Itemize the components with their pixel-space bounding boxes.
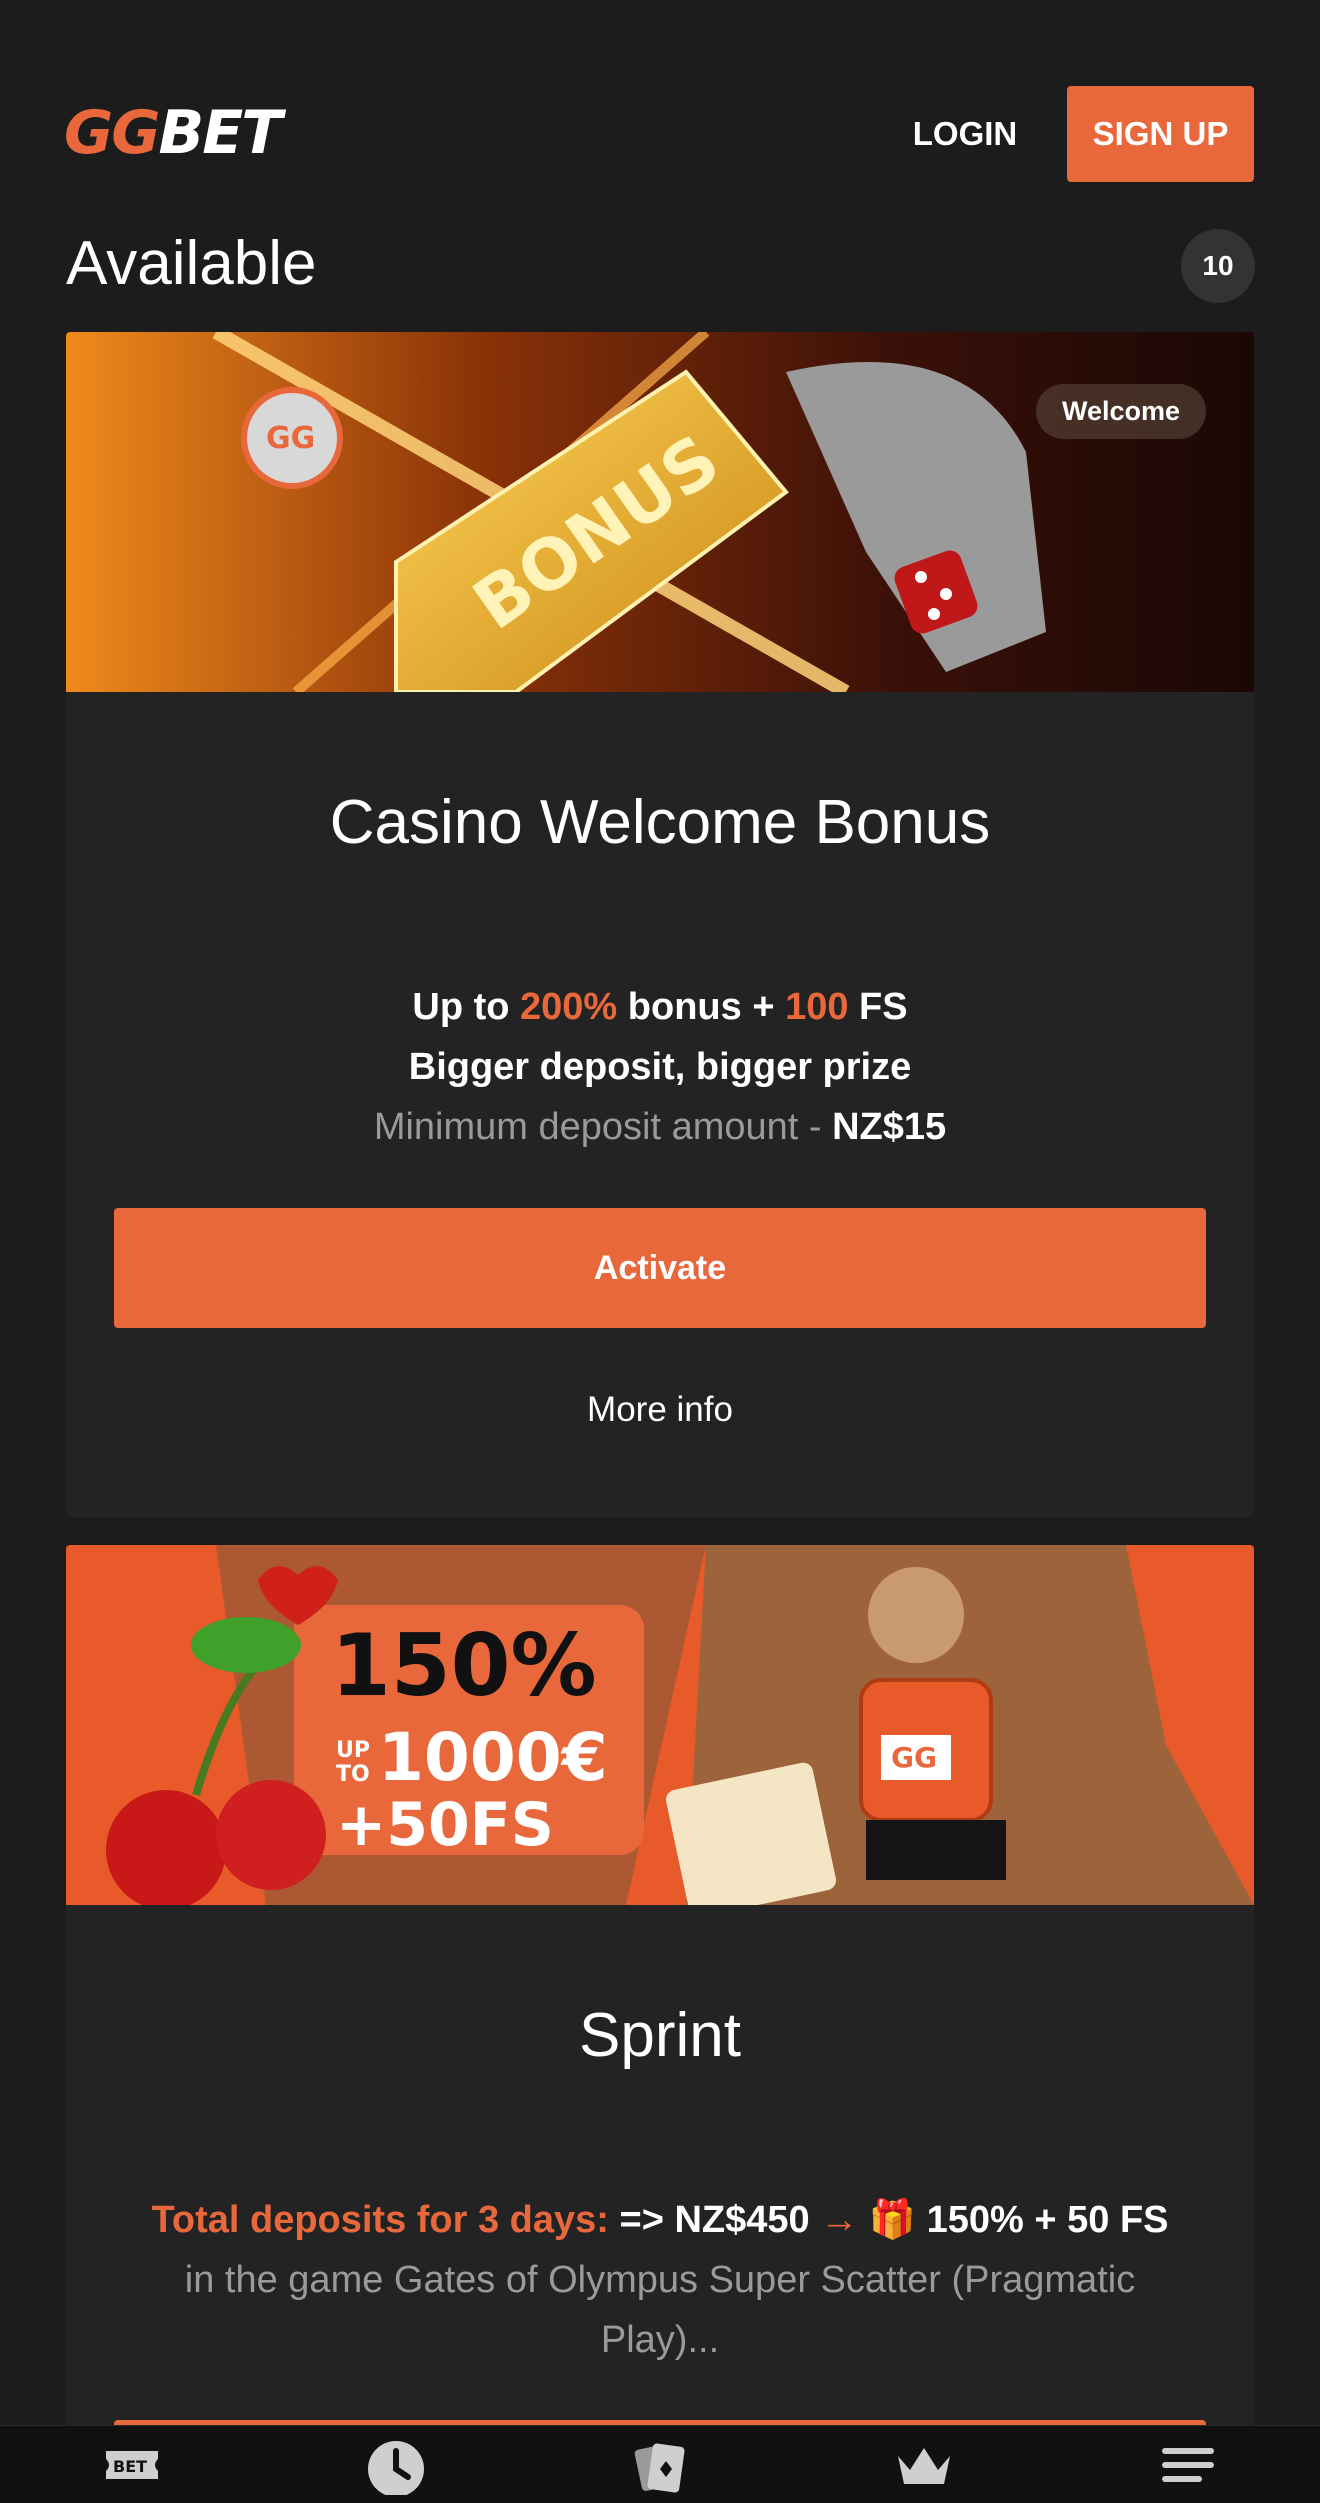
arrow-icon: →: [820, 2199, 859, 2241]
card-title: Sprint: [579, 2001, 741, 2070]
clock-icon: [368, 2440, 424, 2495]
sprint-deposit-amount: => NZ$450: [608, 2199, 821, 2241]
logo-bet: BET: [158, 98, 283, 168]
nav-casino[interactable]: [590, 2426, 730, 2503]
bonus-line-2: Bigger deposit, bigger prize: [408, 1046, 912, 1088]
line1-text-c: bonus +: [617, 986, 786, 1028]
min-deposit-label: Minimum deposit amount -: [373, 1106, 833, 1148]
nav-bet[interactable]: BET: [62, 2426, 202, 2503]
bet-icon-label: BET: [113, 2457, 147, 2476]
welcome-bonus-banner[interactable]: BONUS GG Welcome: [66, 332, 1254, 692]
min-deposit-value: NZ$15: [832, 1106, 947, 1148]
banner-to-text: TO: [336, 1762, 370, 1787]
nav-live[interactable]: [326, 2426, 466, 2503]
bottom-nav: BET: [0, 2425, 1320, 2503]
card-title: Casino Welcome Bonus: [329, 788, 991, 857]
signup-button[interactable]: SIGN UP: [1067, 86, 1254, 182]
banner-jersey-text: GG: [891, 1741, 937, 1774]
logo-gg: GG: [64, 98, 160, 168]
sprint-deposit-label: Total deposits for 3 days:: [151, 2199, 609, 2241]
count-badge: 10: [1181, 229, 1255, 303]
bonus-line-3: Minimum deposit amount - NZ$15: [66, 1097, 1254, 1157]
activate-button[interactable]: Activate: [114, 1208, 1206, 1328]
bonus-line-1: Up to 200% bonus + 100 FS: [66, 977, 1254, 1037]
nav-vip[interactable]: [854, 2426, 994, 2503]
login-button[interactable]: LOGIN: [890, 86, 1040, 182]
bonus-percent: 200%: [520, 986, 618, 1028]
sprint-banner-art: 150% UP TO 1000€ +50FS GG: [66, 1545, 1254, 1905]
sprint-line-3: Play)...: [600, 2319, 720, 2361]
sprint-line-2: in the game Gates of Olympus Super Scatt…: [184, 2259, 1136, 2301]
page-title: Available: [66, 229, 317, 298]
line1-text-e: FS: [848, 986, 908, 1028]
menu-icon: [1162, 2447, 1214, 2482]
bet-icon: BET: [106, 2450, 158, 2479]
more-info-link[interactable]: More info: [66, 1390, 1254, 1430]
header: GG BET LOGIN SIGN UP: [0, 0, 1320, 220]
banner-amount-text: 1000€: [378, 1719, 608, 1796]
gift-icon: 🎁: [868, 2199, 917, 2241]
ggbet-logo[interactable]: GG BET: [64, 98, 282, 168]
nav-menu[interactable]: [1118, 2426, 1258, 2503]
welcome-tag: Welcome: [1035, 384, 1206, 439]
line1-text-a: Up to: [412, 986, 521, 1028]
bonus-card-sprint: 150% UP TO 1000€ +50FS GG Sprint Total d…: [66, 1545, 1254, 2503]
cards-icon: [634, 2443, 685, 2492]
sprint-banner[interactable]: 150% UP TO 1000€ +50FS GG: [66, 1545, 1254, 1905]
crown-icon: [898, 2447, 950, 2484]
bonus-card-casino-welcome: BONUS GG Welcome Casino Welcome Bonus Up…: [66, 332, 1254, 1517]
sprint-reward: 150% + 50 FS: [916, 2199, 1169, 2241]
svg-text:GG: GG: [266, 421, 315, 456]
banner-fs-text: +50FS: [336, 1790, 554, 1860]
banner-150-text: 150%: [331, 1616, 597, 1716]
sprint-line-1: Total deposits for 3 days: => NZ$450 → 🎁…: [66, 2190, 1254, 2250]
free-spins-count: 100: [785, 986, 849, 1028]
banner-up-text: UP: [336, 1738, 370, 1763]
